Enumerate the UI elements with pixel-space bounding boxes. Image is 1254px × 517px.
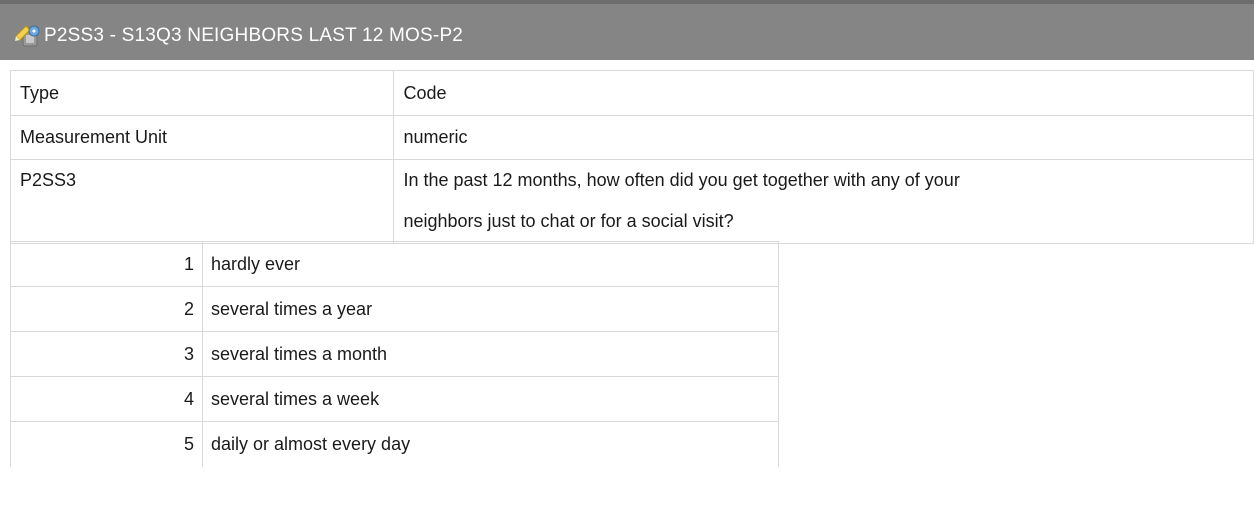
code-value: 3 xyxy=(10,331,203,377)
code-label: daily or almost every day xyxy=(202,421,779,467)
table-row: Measurement Unit numeric xyxy=(9,115,1254,160)
type-value: Code xyxy=(393,70,1254,116)
table-row: 3 several times a month xyxy=(10,331,779,377)
question-text: In the past 12 months, how often did you… xyxy=(393,159,1254,244)
code-label: several times a month xyxy=(202,331,779,377)
variable-name-label: P2SS3 xyxy=(9,159,395,244)
code-label: hardly ever xyxy=(202,241,779,287)
code-value: 5 xyxy=(10,421,203,467)
table-row: P2SS3 In the past 12 months, how often d… xyxy=(9,159,1254,244)
variable-icon xyxy=(15,25,40,47)
table-row: Type Code xyxy=(9,70,1254,116)
variable-header: P2SS3 - S13Q3 NEIGHBORS LAST 12 MOS-P2 xyxy=(0,0,1254,60)
code-value: 1 xyxy=(10,241,203,287)
page-title: P2SS3 - S13Q3 NEIGHBORS LAST 12 MOS-P2 xyxy=(44,25,464,46)
table-row: 5 daily or almost every day xyxy=(10,421,779,467)
code-label: several times a year xyxy=(202,286,779,332)
question-text-line: neighbors just to chat or for a social v… xyxy=(403,211,734,231)
code-value: 4 xyxy=(10,376,203,422)
code-label: several times a week xyxy=(202,376,779,422)
code-value: 2 xyxy=(10,286,203,332)
type-label: Type xyxy=(9,70,395,116)
code-list-table: 1 hardly ever 2 several times a year 3 s… xyxy=(10,241,779,467)
measurement-unit-label: Measurement Unit xyxy=(9,115,395,160)
table-row: 4 several times a week xyxy=(10,376,779,422)
table-row: 1 hardly ever xyxy=(10,241,779,287)
variable-info-table: Type Code Measurement Unit numeric P2SS3… xyxy=(9,70,1254,244)
question-text-line: In the past 12 months, how often did you… xyxy=(403,170,960,190)
measurement-unit-value: numeric xyxy=(393,115,1254,160)
table-row: 2 several times a year xyxy=(10,286,779,332)
